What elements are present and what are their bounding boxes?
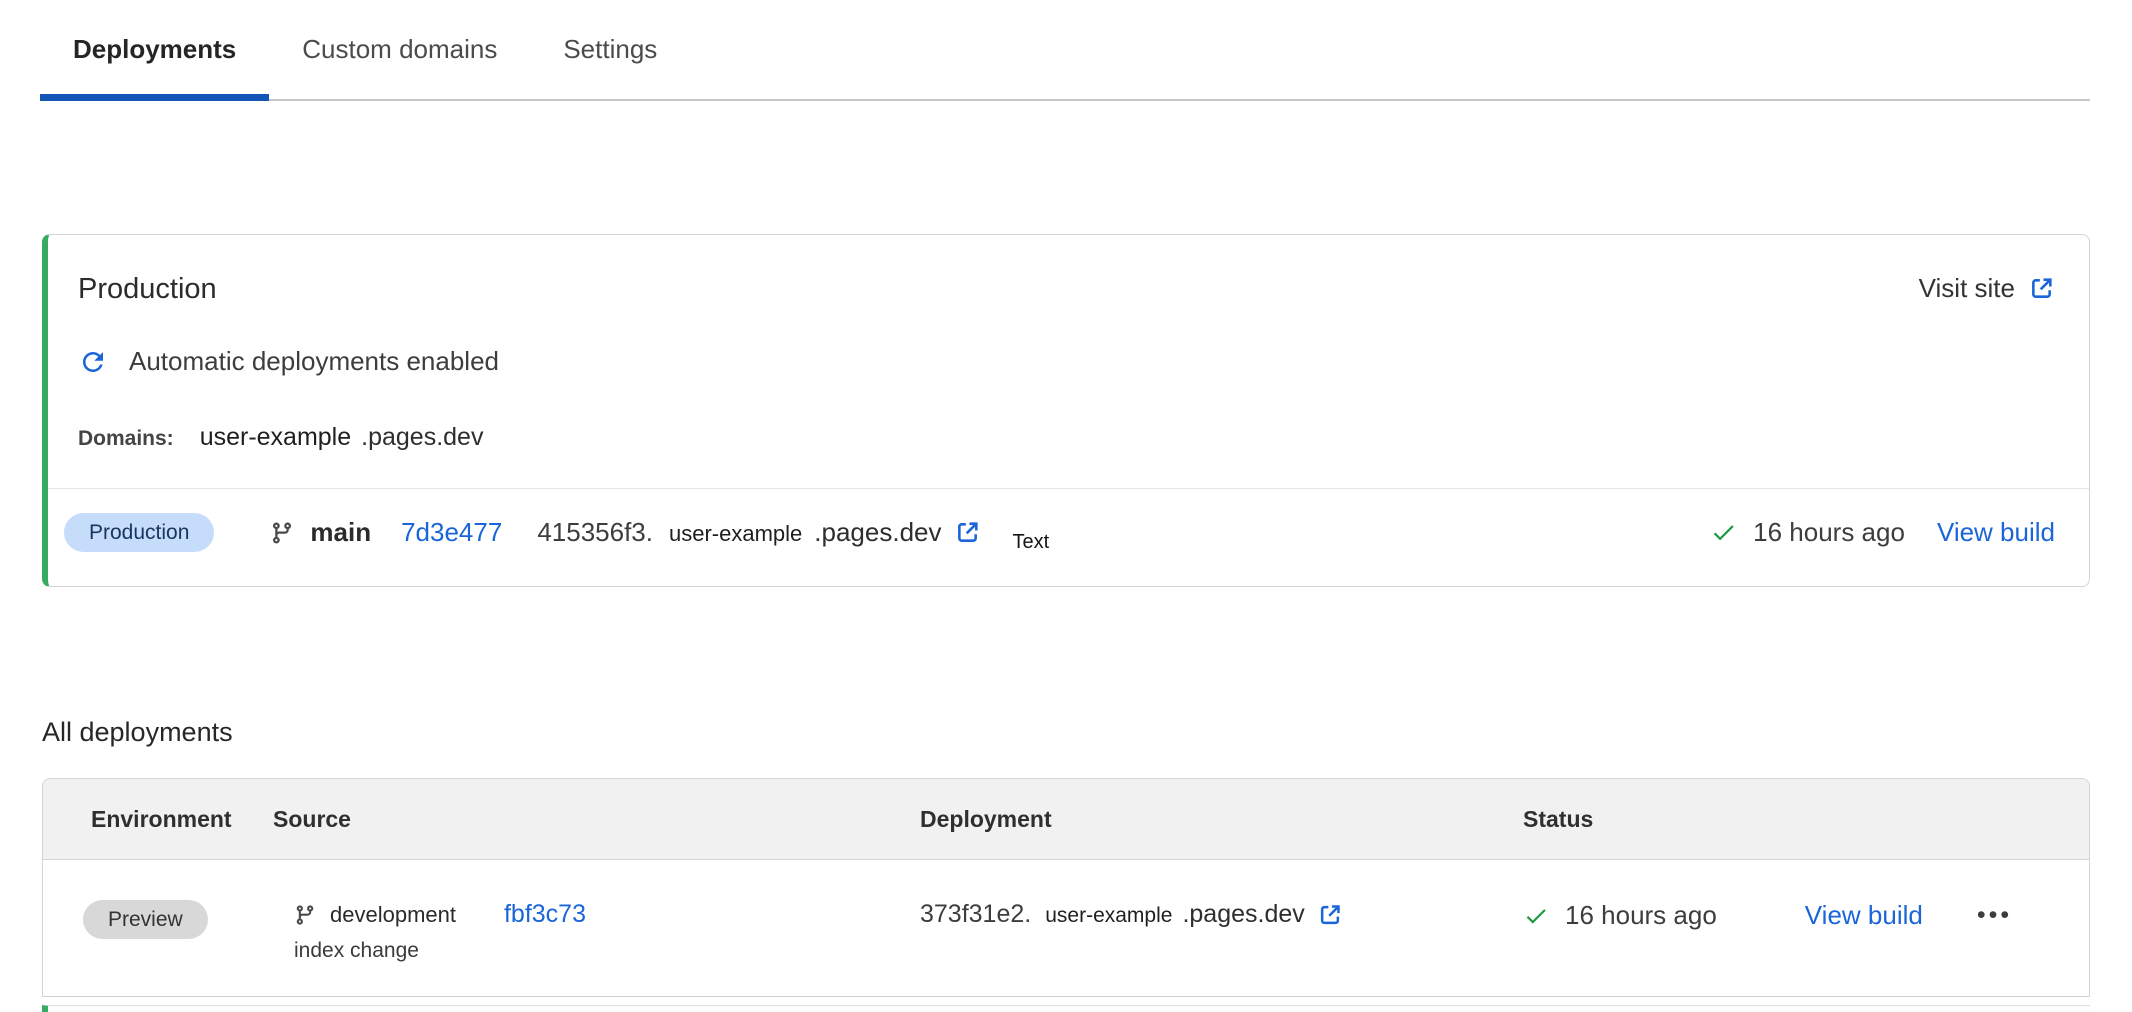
deployment-url-name: user-example: [669, 521, 802, 547]
all-deployments-title: All deployments: [42, 717, 2132, 748]
deployment-url-id: 373f31e2.: [920, 900, 1031, 929]
commit-link[interactable]: 7d3e477: [401, 517, 502, 548]
domains-line: Domains: user-example .pages.dev: [78, 423, 2089, 452]
deployment-url-link[interactable]: 373f31e2. user-example .pages.dev: [920, 900, 1523, 929]
deployment-url-id: 415356f3.: [537, 517, 653, 548]
column-header-status: Status: [1523, 806, 2059, 833]
environment-cell: Preview: [91, 860, 273, 939]
tab-bar: Deployments Custom domains Settings: [40, 0, 2090, 101]
external-link-icon: [954, 519, 981, 546]
environment-badge: Preview: [83, 900, 208, 939]
commit-link[interactable]: fbf3c73: [504, 900, 586, 929]
check-icon: [1710, 519, 1737, 546]
auto-deployments-status: Automatic deployments enabled: [78, 346, 2089, 377]
deployment-url-name: user-example: [1045, 904, 1172, 928]
commit-message: index change: [294, 939, 920, 963]
branch-name: development: [330, 902, 456, 928]
external-link-icon: [2028, 275, 2055, 302]
source-branch-line: development fbf3c73: [294, 900, 920, 929]
refresh-icon: [78, 347, 108, 377]
deployment-time: 16 hours ago: [1565, 900, 1717, 931]
production-card-header: Production Visit site: [48, 235, 2089, 306]
column-header-source: Source: [273, 806, 920, 833]
git-branch-icon: [294, 904, 316, 926]
deployment-url-suffix: .pages.dev: [1182, 900, 1304, 929]
source-cell: development fbf3c73 index change: [273, 860, 920, 963]
table-row: Preview development fbf3c73 index change…: [43, 860, 2089, 997]
check-icon: [1523, 903, 1549, 929]
branch-name: main: [310, 517, 371, 548]
deployments-table: Environment Source Deployment Status Pre…: [42, 778, 2090, 997]
auto-deployments-text: Automatic deployments enabled: [129, 346, 499, 377]
table-header-row: Environment Source Deployment Status: [43, 779, 2089, 860]
deployment-url-suffix: .pages.dev: [814, 517, 941, 548]
deployment-time: 16 hours ago: [1753, 517, 1905, 548]
more-options-icon[interactable]: •••: [1977, 903, 2012, 928]
production-card-title: Production: [78, 273, 217, 306]
redaction-note: Text: [1013, 531, 1050, 554]
next-card-cutoff: [42, 1005, 2090, 1012]
tab-settings-label: Settings: [563, 34, 657, 65]
tab-settings[interactable]: Settings: [530, 0, 690, 99]
git-branch-icon: [270, 521, 294, 545]
tab-custom-domains-label: Custom domains: [302, 34, 497, 65]
external-link-icon: [1317, 902, 1343, 928]
domains-label: Domains:: [78, 427, 174, 451]
environment-badge: Production: [64, 513, 214, 552]
tab-deployments[interactable]: Deployments: [40, 0, 269, 99]
tab-custom-domains[interactable]: Custom domains: [269, 0, 530, 99]
deployment-status: 16 hours ago View build: [1710, 517, 2055, 548]
visit-site-link[interactable]: Visit site: [1919, 273, 2055, 304]
column-header-environment: Environment: [91, 806, 273, 833]
status-cell: 16 hours ago View build •••: [1523, 860, 2059, 931]
tab-deployments-label: Deployments: [73, 34, 236, 65]
domain-name: user-example: [200, 423, 351, 452]
domain-suffix: .pages.dev: [361, 423, 483, 452]
view-build-link[interactable]: View build: [1937, 517, 2055, 548]
production-card: Production Visit site Automatic deployme…: [42, 234, 2090, 587]
deployment-cell: 373f31e2. user-example .pages.dev: [920, 860, 1523, 929]
view-build-link[interactable]: View build: [1805, 900, 1923, 931]
production-deployment-row: Production main 7d3e477 415356f3. user-e…: [48, 489, 2089, 576]
deployment-url-link[interactable]: 415356f3. user-example .pages.dev: [537, 517, 980, 548]
active-tab-indicator: [40, 94, 269, 101]
visit-site-label: Visit site: [1919, 273, 2015, 304]
column-header-deployment: Deployment: [920, 806, 1523, 833]
